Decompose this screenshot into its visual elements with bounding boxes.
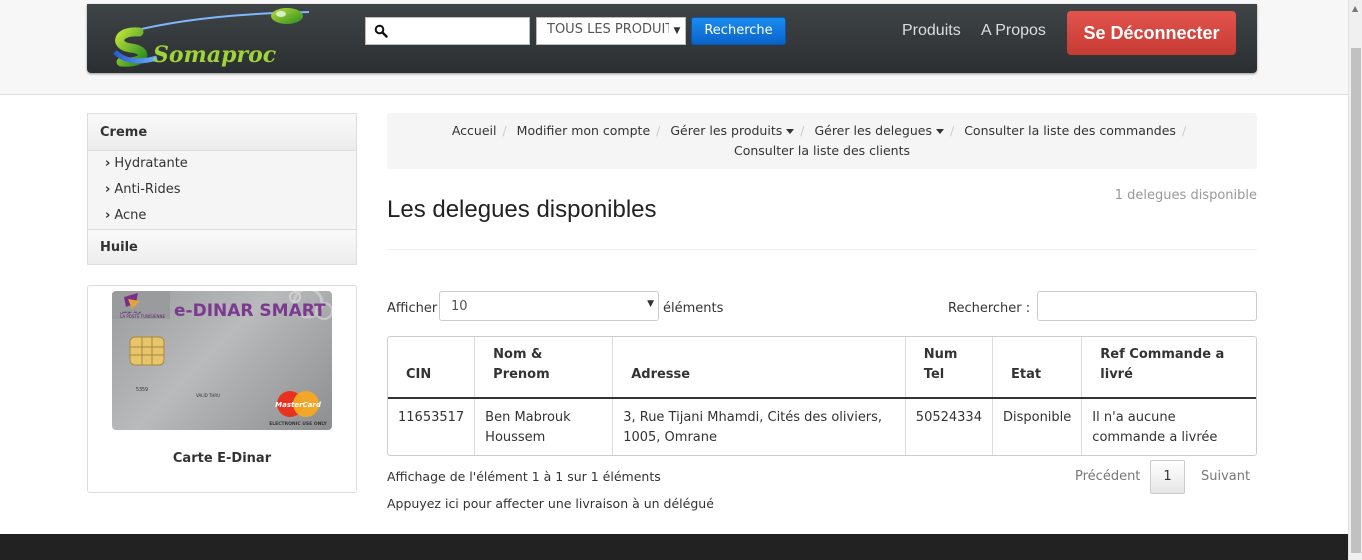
svg-text:LA POSTE TUNISIENNE: LA POSTE TUNISIENNE <box>120 314 165 319</box>
table-row: 11653517 Ben Mabrouk Houssem 3, Rue Tija… <box>388 398 1256 455</box>
search-button[interactable]: Recherche <box>691 17 786 45</box>
col-header-adresse[interactable]: Adresse <box>612 337 906 399</box>
breadcrumb-separator: / <box>800 123 805 138</box>
card-caption: Carte E-Dinar <box>172 451 272 466</box>
breadcrumb-separator: / <box>502 123 507 138</box>
edinar-card-image[interactable]: بريد تونس LA POSTE TUNISIENNE e-DINAR SM… <box>112 291 332 430</box>
dropdown-arrow-icon: ▼ <box>669 18 685 44</box>
divider <box>387 249 1257 250</box>
card-electronic-text: ELECTRONIC USE ONLY <box>269 421 327 427</box>
card-number: 5359 <box>136 387 148 393</box>
scroll-up-icon[interactable]: ▲ <box>1352 4 1358 13</box>
subcategory-anti-rides[interactable]: › Anti-Rides <box>88 177 356 203</box>
page-length-select[interactable]: 10 ▼ <box>439 291 659 321</box>
nav-produits[interactable]: Produits <box>902 22 961 40</box>
col-header-cin[interactable]: CIN <box>388 337 475 399</box>
table-search-input[interactable] <box>1037 291 1257 321</box>
cell-num-tel: 50524334 <box>904 398 993 455</box>
caret-down-icon <box>786 129 795 134</box>
chevron-right-icon: › <box>105 182 111 197</box>
search-input[interactable] <box>394 20 524 42</box>
breadcrumb-accueil[interactable]: Accueil <box>452 123 497 138</box>
col-header-nom-prenom[interactable]: Nom & Prenom <box>474 337 613 399</box>
logout-button[interactable]: Se Déconnecter <box>1067 11 1236 55</box>
breadcrumb-label: Gérer les produits <box>670 123 783 138</box>
delegues-table: CIN Nom & Prenom Adresse Num Tel Etat Re… <box>387 336 1257 456</box>
page-title: Les delegues disponibles <box>387 196 657 223</box>
assign-delivery-link[interactable]: Appuyez ici pour affecter une livraison … <box>387 496 714 511</box>
cell-cin: 11653517 <box>398 410 465 425</box>
breadcrumb-separator: / <box>656 123 661 138</box>
search-box[interactable] <box>365 17 530 45</box>
table-info: Affichage de l'élément 1 à 1 sur 1 éléme… <box>387 469 661 484</box>
cell-nom-prenom: Ben Mabrouk Houssem <box>474 398 613 455</box>
subcategory-label: Hydratante <box>114 156 188 171</box>
chevron-right-icon: › <box>105 156 111 171</box>
col-header-etat[interactable]: Etat <box>991 337 1082 399</box>
scrollbar[interactable]: ▲ <box>1348 0 1362 560</box>
search-icon <box>374 24 388 38</box>
chevron-right-icon: › <box>105 208 111 223</box>
breadcrumb-gerer-produits[interactable]: Gérer les produits <box>670 123 795 138</box>
breadcrumb-gerer-delegues[interactable]: Gérer les delegues <box>814 123 944 138</box>
pagination-previous[interactable]: Précédent <box>1075 469 1140 484</box>
subcategory-label: Acne <box>114 208 147 223</box>
page: Somaproc TOUS LES PRODUITS ▼ Recherche P… <box>0 0 1362 560</box>
subcategory-label: Anti-Rides <box>114 182 181 197</box>
card-brand-text: e-DINAR SMART <box>174 301 326 321</box>
category-select-value: TOUS LES PRODUITS <box>547 22 682 37</box>
nav-a-propos[interactable]: A Propos <box>981 22 1046 40</box>
navbar: Somaproc TOUS LES PRODUITS ▼ Recherche P… <box>87 4 1257 73</box>
breadcrumb-modifier-compte[interactable]: Modifier mon compte <box>517 123 650 138</box>
breadcrumb-separator: / <box>949 123 955 138</box>
page-length-value: 10 <box>451 299 468 314</box>
subcategory-acne[interactable]: › Acne <box>88 203 356 229</box>
breadcrumb: Accueil / Modifier mon compte / Gérer les … <box>387 113 1257 169</box>
show-label: Afficher <box>387 301 438 316</box>
pagination-next[interactable]: Suivant <box>1201 469 1250 484</box>
col-header-ref-commande[interactable]: Ref Commande a livré <box>1081 337 1256 399</box>
table-header-row: CIN Nom & Prenom Adresse Num Tel Etat Re… <box>388 337 1256 399</box>
category-creme[interactable]: Creme <box>88 114 356 151</box>
caret-down-icon <box>935 129 944 134</box>
breadcrumb-separator: / <box>1181 123 1187 138</box>
subcategory-hydratante[interactable]: › Hydratante <box>88 151 356 177</box>
category-panel: Creme › Hydratante › Anti-Rides › Acne Huil… <box>87 113 357 265</box>
dropdown-arrow-icon: ▼ <box>647 299 654 309</box>
elements-label: éléments <box>663 301 724 316</box>
footer <box>0 534 1348 560</box>
somaproc-logo[interactable]: Somaproc <box>109 6 339 68</box>
card-valid-thru: VALID THRU <box>196 393 220 398</box>
card-artwork: بريد تونس LA POSTE TUNISIENNE e-DINAR SM… <box>112 291 332 427</box>
pagination-page-1[interactable]: 1 <box>1150 460 1185 494</box>
category-select[interactable]: TOUS LES PRODUITS ▼ <box>536 17 686 45</box>
count-note: 1 delegues disponible <box>1114 188 1257 203</box>
cell-ref-commande: Il n'a aucune commande a livrée <box>1081 398 1256 455</box>
card-panel: بريد تونس LA POSTE TUNISIENNE e-DINAR SM… <box>87 285 357 493</box>
cell-adresse: 3, Rue Tijani Mhamdi, Cités des oliviers… <box>612 398 906 455</box>
category-huile[interactable]: Huile <box>88 229 356 265</box>
col-header-num-tel[interactable]: Num Tel <box>904 337 993 399</box>
breadcrumb-label: Gérer les delegues <box>814 123 932 138</box>
breadcrumb-liste-clients[interactable]: Consulter la liste des clients <box>734 143 910 158</box>
mastercard-text: MasterCard <box>275 401 322 409</box>
search-label: Rechercher : <box>948 301 1031 316</box>
cell-etat: Disponible <box>991 398 1082 455</box>
breadcrumb-liste-commandes[interactable]: Consulter la liste des commandes <box>964 123 1176 138</box>
scroll-thumb[interactable] <box>1351 48 1361 553</box>
logo-text: Somaproc <box>153 42 277 68</box>
